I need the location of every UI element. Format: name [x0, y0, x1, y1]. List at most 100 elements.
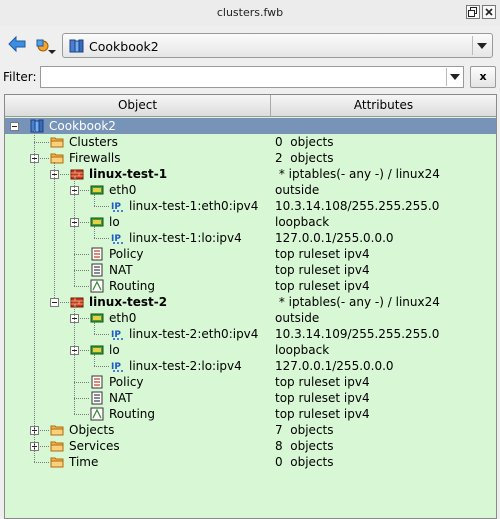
tree-connector-line	[34, 130, 35, 462]
folder-icon	[50, 153, 64, 164]
tree-item-attributes: 10.3.14.109/255.255.255.0	[275, 327, 440, 341]
ipv4-address-icon: IP	[111, 202, 123, 212]
filter-dropdown-chevron-icon[interactable]	[446, 68, 462, 86]
tree-item-label: linux-test-1:eth0:ipv4	[129, 199, 259, 213]
folder-icon	[50, 137, 64, 148]
tree-row[interactable]: Cookbook2	[5, 118, 496, 134]
tree-row[interactable]: IP linux-test-1:eth0:ipv4 10.3.14.108/255.…	[5, 198, 496, 214]
tree-row[interactable]: lo loopback	[5, 214, 496, 230]
svg-text:IP: IP	[111, 362, 121, 372]
close-window-button[interactable]	[482, 5, 496, 19]
routing-icon	[90, 407, 104, 421]
svg-text:IP: IP	[111, 234, 121, 244]
tree-item-label: Cookbook2	[49, 119, 116, 133]
tree-item-attributes: 0 objects	[275, 455, 334, 469]
tree-item-label: linux-test-1	[89, 167, 168, 181]
column-header-attributes[interactable]: Attributes	[271, 95, 496, 116]
close-icon	[485, 8, 493, 16]
tree-item-attributes: top ruleset ipv4	[275, 247, 370, 261]
nat-icon	[91, 263, 103, 277]
ipv4-address-icon: IP	[111, 362, 123, 372]
tree-row[interactable]: Services 8 objects	[5, 438, 496, 454]
tree-item-attributes: 2 objects	[275, 151, 334, 165]
tree-item-attributes: outside	[275, 311, 320, 325]
back-arrow-icon	[8, 35, 26, 53]
policy-icon	[91, 375, 103, 389]
firewall-icon	[70, 169, 84, 180]
tree-header: Object Attributes	[5, 95, 496, 117]
interface-icon	[90, 345, 104, 355]
tree-row[interactable]: linux-test-2 * iptables(- any -) / linux…	[5, 294, 496, 310]
tree-item-attributes: loopback	[275, 343, 330, 357]
tree-row[interactable]: Policy top ruleset ipv4	[5, 374, 496, 390]
tree-item-label: lo	[109, 343, 120, 357]
title-bar: clusters.fwb	[0, 0, 500, 26]
library-icon	[30, 119, 44, 133]
tree-connector-line	[54, 162, 55, 302]
tree-item-label: Time	[69, 455, 99, 469]
tree-row[interactable]: Routing top ruleset ipv4	[5, 278, 496, 294]
tree-connector-line	[74, 178, 75, 286]
clear-filter-button[interactable]: x	[470, 66, 496, 88]
tree-row[interactable]: IP linux-test-2:eth0:ipv4 10.3.14.109/255.…	[5, 326, 496, 342]
filter-input[interactable]	[40, 66, 464, 88]
tree-item-label: eth0	[109, 183, 137, 197]
restore-window-button[interactable]	[466, 5, 480, 19]
tree-row[interactable]: eth0 outside	[5, 182, 496, 198]
collapse-icon[interactable]	[10, 122, 19, 131]
tree-row[interactable]: lo loopback	[5, 342, 496, 358]
library-icon	[69, 39, 84, 53]
tree-item-attributes: 0 objects	[275, 135, 334, 149]
firewall-icon	[70, 297, 84, 308]
tree-item-attributes: top ruleset ipv4	[275, 391, 370, 405]
tree-item-attributes: 10.3.14.108/255.255.255.0	[275, 199, 440, 213]
tree-item-attributes: 7 objects	[275, 423, 334, 437]
tree-item-label: Clusters	[69, 135, 118, 149]
policy-icon	[91, 247, 103, 261]
interface-icon	[90, 185, 104, 195]
tree-item-label: NAT	[109, 391, 133, 405]
tree-row[interactable]: eth0 outside	[5, 310, 496, 326]
ipv4-address-icon: IP	[111, 234, 123, 244]
tree-item-label: linux-test-2:lo:ipv4	[129, 359, 242, 373]
tree-item-attributes: top ruleset ipv4	[275, 279, 370, 293]
new-object-button[interactable]	[34, 33, 60, 57]
tree-connector-line	[74, 306, 75, 414]
tree-row[interactable]: IP linux-test-2:lo:ipv4 127.0.0.1/255.0.0.…	[5, 358, 496, 374]
tree-row[interactable]: Clusters 0 objects	[5, 134, 496, 150]
tree-item-attributes: outside	[275, 183, 320, 197]
collapse-icon[interactable]	[50, 298, 59, 307]
tree-row[interactable]: Policy top ruleset ipv4	[5, 246, 496, 262]
folder-icon	[50, 441, 64, 452]
library-name: Cookbook2	[89, 39, 159, 54]
tree-item-label: eth0	[109, 311, 137, 325]
restore-icon	[468, 7, 477, 17]
folder-icon	[50, 457, 64, 468]
tree-row[interactable]: Routing top ruleset ipv4	[5, 406, 496, 422]
tree-row[interactable]: NAT top ruleset ipv4	[5, 390, 496, 406]
column-header-object[interactable]: Object	[5, 95, 271, 116]
filter-row: Filter: x	[0, 64, 500, 90]
tree-item-attributes: loopback	[275, 215, 330, 229]
tree-item-label: linux-test-1:lo:ipv4	[129, 231, 242, 245]
library-selector[interactable]: Cookbook2	[62, 33, 493, 58]
interface-icon	[90, 217, 104, 227]
new-object-icon	[36, 39, 56, 54]
tree-row[interactable]: IP linux-test-1:lo:ipv4 127.0.0.1/255.0.0.…	[5, 230, 496, 246]
interface-icon	[90, 313, 104, 323]
nat-icon	[91, 391, 103, 405]
tree-row[interactable]: Time 0 objects	[5, 454, 496, 470]
window-title: clusters.fwb	[216, 6, 284, 19]
tree-row[interactable]: linux-test-1 * iptables(- any -) / linux…	[5, 166, 496, 182]
tree-item-label: NAT	[109, 263, 133, 277]
chevron-down-icon[interactable]	[472, 36, 490, 55]
tree-item-attributes: * iptables(- any -) / linux24	[275, 295, 440, 309]
tree-row[interactable]: Firewalls 2 objects	[5, 150, 496, 166]
tree-item-label: Routing	[109, 407, 156, 421]
toolbar: Cookbook2	[0, 30, 500, 62]
tree-row[interactable]: NAT top ruleset ipv4	[5, 262, 496, 278]
tree-item-label: Firewalls	[69, 151, 121, 165]
back-button[interactable]	[6, 33, 30, 57]
tree-row[interactable]: Objects 7 objects	[5, 422, 496, 438]
object-tree[interactable]: Object Attributes Cookbook2 Clusters 0 obj…	[4, 94, 497, 519]
